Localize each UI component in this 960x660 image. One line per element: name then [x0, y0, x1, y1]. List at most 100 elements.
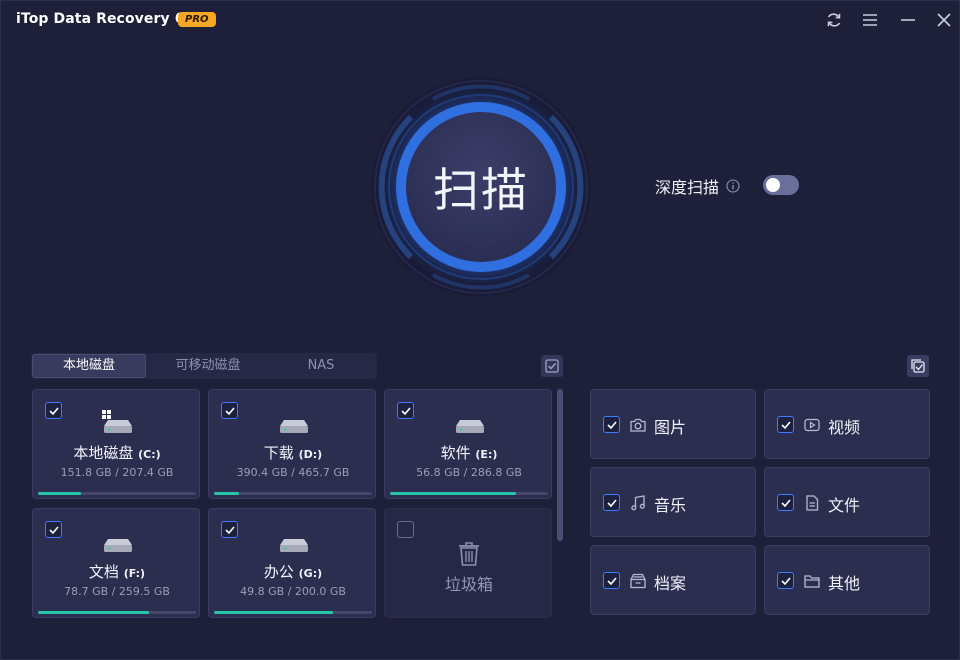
drive-card-d[interactable]: 下载 (D:) 390.4 GB / 465.7 GB [208, 389, 376, 499]
drive-tabs: 本地磁盘 可移动磁盘 NAS [31, 353, 377, 379]
camera-icon [630, 418, 646, 432]
file-type-archives[interactable]: 档案 [590, 545, 756, 615]
select-all-icon [911, 359, 925, 373]
deep-scan-label: 深度扫描 [655, 178, 720, 197]
drive-letter: (C:) [138, 448, 161, 461]
drive-label: 下载 [263, 444, 294, 462]
drive-list-scrollbar[interactable] [557, 389, 563, 617]
video-play-icon [804, 418, 820, 432]
drive-usage-fill [38, 611, 149, 614]
title-bar: iTop Data Recovery 6.0 PRO [1, 1, 959, 39]
check-icon [780, 420, 791, 429]
refresh-icon [827, 13, 841, 27]
check-icon [224, 525, 235, 534]
drive-size: 151.8 GB / 207.4 GB [60, 466, 174, 479]
file-type-music[interactable]: 音乐 [590, 467, 756, 537]
music-note-icon [631, 495, 645, 511]
drive-letter: (F:) [123, 567, 146, 580]
file-type-checkbox[interactable] [777, 572, 794, 589]
trash-label: 垃圾箱 [444, 575, 493, 594]
drive-card-e[interactable]: 软件 (E:) 56.8 GB / 286.8 GB [384, 389, 552, 499]
file-type-checkbox[interactable] [777, 494, 794, 511]
drive-label: 文档 [88, 563, 119, 581]
file-type-checkbox[interactable] [603, 416, 620, 433]
drive-checkbox[interactable] [45, 521, 62, 538]
file-type-checkbox[interactable] [603, 494, 620, 511]
hard-drive-icon [280, 539, 308, 552]
scan-button-label: 扫描 [406, 112, 556, 262]
trash-icon [459, 542, 479, 566]
trash-checkbox[interactable] [397, 521, 414, 538]
check-icon [400, 406, 411, 415]
minimize-icon [901, 19, 915, 21]
file-type-checkbox[interactable] [603, 572, 620, 589]
info-icon[interactable] [726, 179, 740, 193]
hard-drive-icon [280, 420, 308, 433]
drive-name: 文档 (F:) [33, 561, 201, 582]
close-button[interactable] [935, 11, 953, 29]
check-icon [48, 525, 59, 534]
drive-letter: (G:) [298, 567, 323, 580]
drive-size: 390.4 GB / 465.7 GB [236, 466, 350, 479]
drive-letter: (E:) [475, 448, 498, 461]
drive-label: 软件 [440, 444, 471, 462]
app-window: iTop Data Recovery 6.0 PRO 扫描 深度扫描 本地磁盘 … [0, 0, 960, 660]
deep-scan-toggle[interactable] [763, 175, 799, 195]
drive-card-f[interactable]: 文档 (F:) 78.7 GB / 259.5 GB [32, 508, 200, 618]
select-all-icon [545, 359, 559, 373]
drive-usage-fill [214, 611, 333, 614]
scrollbar-thumb[interactable] [557, 389, 563, 541]
file-type-label: 文件 [828, 496, 861, 515]
scan-button[interactable]: 扫描 [396, 102, 566, 272]
drive-usage-bar [390, 492, 548, 495]
drive-label: 办公 [263, 563, 294, 581]
file-type-label: 音乐 [654, 496, 687, 515]
select-all-drives-button[interactable] [541, 355, 563, 377]
menu-button[interactable] [861, 11, 879, 29]
file-type-pictures[interactable]: 图片 [590, 389, 756, 459]
file-type-label: 图片 [654, 418, 687, 437]
check-icon [606, 498, 617, 507]
drive-usage-fill [390, 492, 517, 495]
tab-nas[interactable]: NAS [271, 354, 371, 378]
select-all-types-button[interactable] [907, 355, 929, 377]
tab-removable-disk[interactable]: 可移动磁盘 [149, 354, 267, 378]
trash-card[interactable]: 垃圾箱 [384, 508, 552, 618]
file-type-label: 视频 [828, 418, 861, 437]
tab-local-disk[interactable]: 本地磁盘 [32, 354, 146, 378]
drive-checkbox[interactable] [45, 402, 62, 419]
drive-usage-bar [214, 492, 372, 495]
drive-checkbox[interactable] [397, 402, 414, 419]
drive-name: 软件 (E:) [385, 442, 553, 463]
check-icon [780, 498, 791, 507]
hamburger-menu-icon [863, 14, 877, 26]
drive-name: 本地磁盘 (C:) [33, 442, 201, 463]
folder-icon [804, 575, 820, 588]
hard-drive-icon [102, 410, 132, 433]
hard-drive-icon [456, 420, 484, 433]
file-type-checkbox[interactable] [777, 416, 794, 433]
drive-letter: (D:) [298, 448, 323, 461]
drive-usage-fill [38, 492, 81, 495]
drive-checkbox[interactable] [221, 402, 238, 419]
drive-size: 56.8 GB / 286.8 GB [416, 466, 522, 479]
check-icon [606, 576, 617, 585]
drive-card-c[interactable]: 本地磁盘 (C:) 151.8 GB / 207.4 GB [32, 389, 200, 499]
file-type-documents[interactable]: 文件 [764, 467, 930, 537]
drive-checkbox[interactable] [221, 521, 238, 538]
file-type-others[interactable]: 其他 [764, 545, 930, 615]
minimize-button[interactable] [899, 11, 917, 29]
deep-scan-option: 深度扫描 [655, 175, 740, 197]
file-type-label: 档案 [654, 574, 687, 593]
drive-usage-bar [38, 492, 196, 495]
toggle-knob [766, 178, 780, 192]
refresh-button[interactable] [825, 11, 843, 29]
document-icon [806, 495, 819, 511]
drive-card-g[interactable]: 办公 (G:) 49.8 GB / 200.0 GB [208, 508, 376, 618]
pro-badge: PRO [178, 12, 216, 27]
check-icon [780, 576, 791, 585]
file-type-videos[interactable]: 视频 [764, 389, 930, 459]
archive-icon [630, 573, 646, 589]
drive-usage-bar [214, 611, 372, 614]
drive-name: 办公 (G:) [209, 561, 377, 582]
